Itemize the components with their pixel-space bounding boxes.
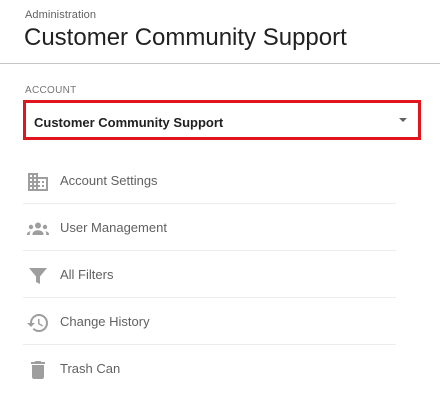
trash-icon <box>26 358 50 382</box>
nav-label: Change History <box>60 314 150 329</box>
account-selected-value: Customer Community Support <box>34 115 224 130</box>
nav-label: Account Settings <box>60 173 158 188</box>
dropdown-caret-icon <box>399 118 407 122</box>
history-icon <box>26 311 50 335</box>
filter-icon <box>26 264 50 288</box>
breadcrumb[interactable]: Administration <box>25 9 96 21</box>
nav-item-user-management[interactable]: User Management <box>23 204 396 251</box>
page-header: Administration Customer Community Suppor… <box>0 0 440 64</box>
building-icon <box>26 170 50 194</box>
nav-label: Trash Can <box>60 361 121 376</box>
account-selector[interactable]: Customer Community Support <box>23 100 421 140</box>
nav-item-change-history[interactable]: Change History <box>23 298 396 345</box>
admin-nav-list: Account Settings User Management All Fil… <box>23 157 396 392</box>
page-title: Customer Community Support <box>24 24 347 51</box>
people-icon <box>26 217 50 241</box>
nav-item-trash-can[interactable]: Trash Can <box>23 345 396 392</box>
nav-label: All Filters <box>60 267 114 282</box>
account-section-label: ACCOUNT <box>25 85 77 96</box>
nav-item-all-filters[interactable]: All Filters <box>23 251 396 298</box>
nav-label: User Management <box>60 220 167 235</box>
nav-item-account-settings[interactable]: Account Settings <box>23 157 396 204</box>
